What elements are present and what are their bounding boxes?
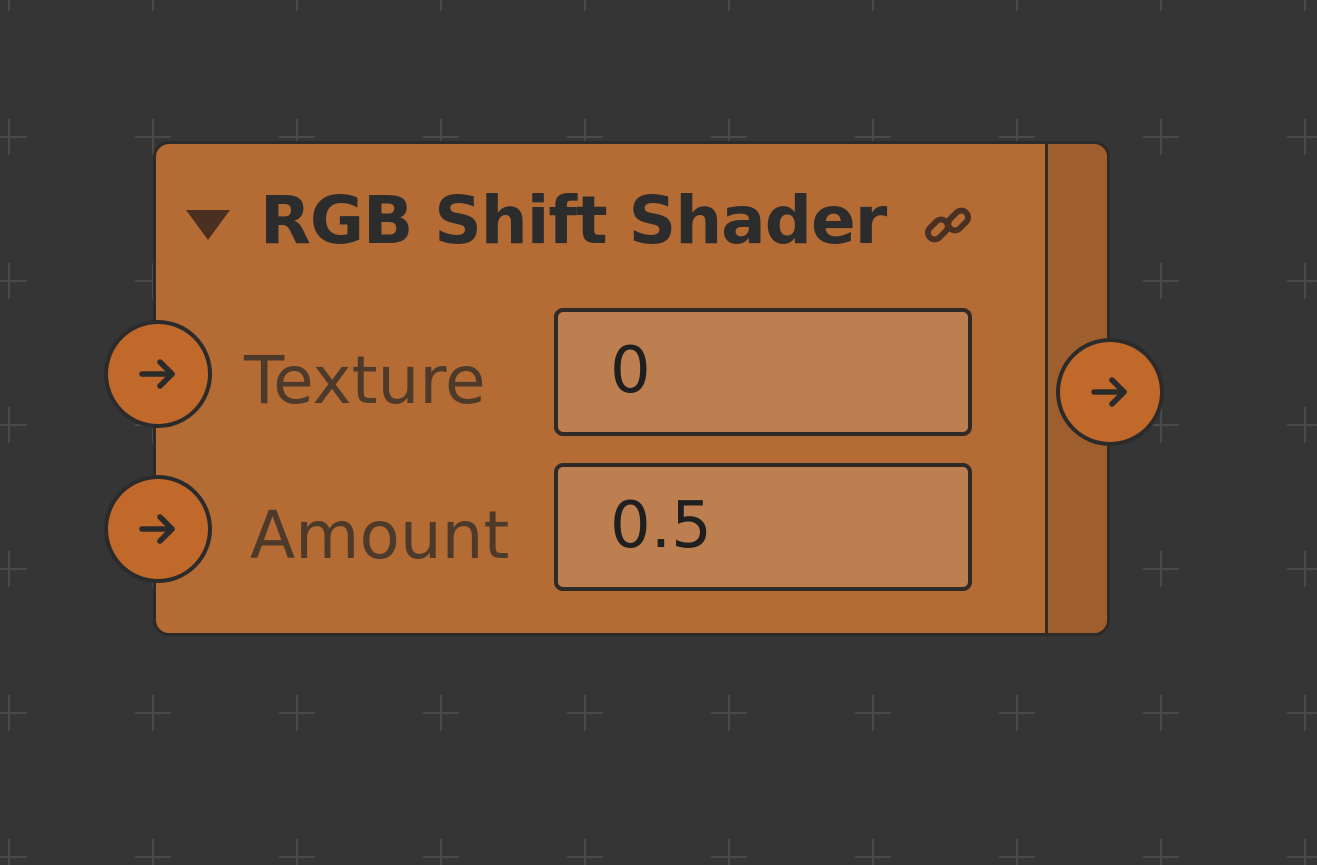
node-title: RGB Shift Shader (260, 182, 887, 259)
amount-label: Amount (250, 497, 510, 574)
texture-input-port[interactable] (104, 320, 212, 428)
texture-label: Texture (244, 342, 486, 419)
shader-node[interactable]: RGB Shift Shader Texture 0 Amount 0.5 (153, 141, 1110, 636)
texture-value-field[interactable]: 0 (554, 308, 972, 436)
amount-value-field[interactable]: 0.5 (554, 463, 972, 591)
arrow-right-icon (139, 514, 175, 544)
link-icon[interactable] (921, 198, 975, 252)
triangle-down-icon[interactable] (186, 210, 230, 240)
arrow-right-icon (139, 359, 175, 389)
arrow-right-icon (1091, 377, 1127, 407)
output-port[interactable] (1056, 338, 1164, 446)
amount-input-port[interactable] (104, 475, 212, 583)
